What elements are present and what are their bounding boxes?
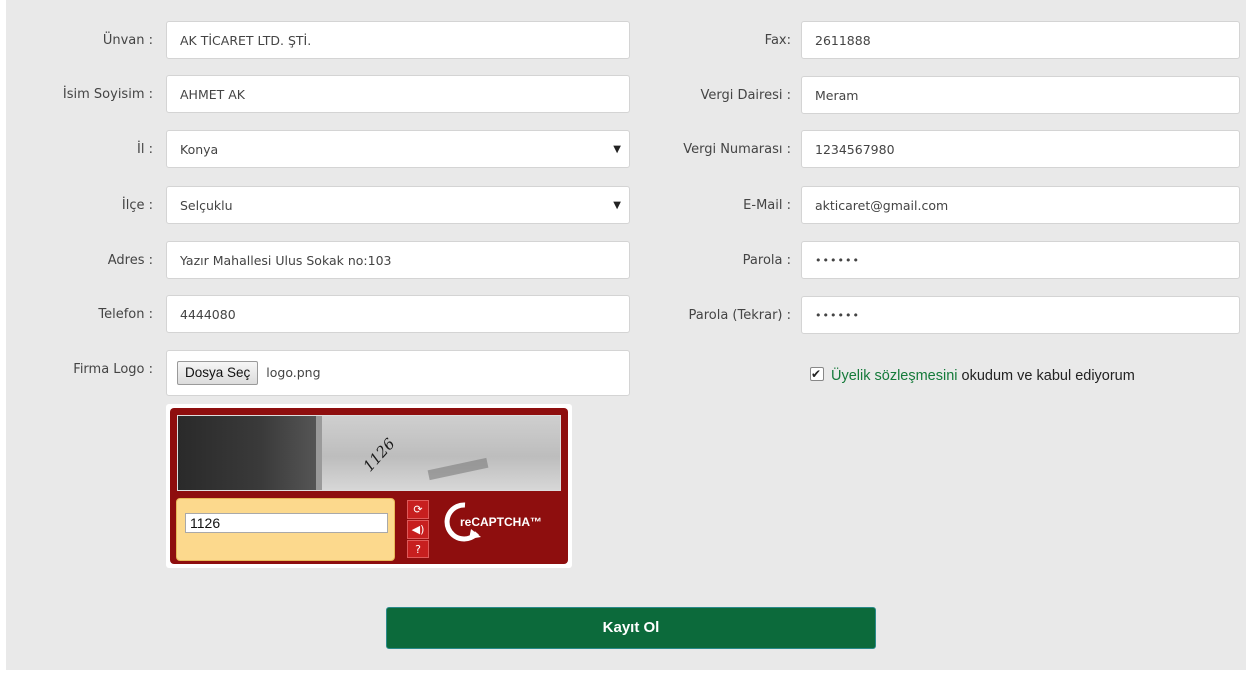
- audio-icon[interactable]: ◀): [407, 520, 429, 539]
- vergi-dairesi-input[interactable]: Meram: [801, 76, 1240, 114]
- fax-input[interactable]: 2611888: [801, 21, 1240, 59]
- adres-label: Adres :: [107, 253, 153, 268]
- agreement-link[interactable]: Üyelik sözleşmesini: [831, 368, 958, 384]
- vergi-dairesi-label: Vergi Dairesi :: [700, 88, 791, 103]
- captcha-response-input[interactable]: 1126: [185, 513, 388, 533]
- email-label: E-Mail :: [743, 198, 791, 213]
- adres-input[interactable]: Yazır Mahallesi Ulus Sokak no:103: [166, 241, 630, 279]
- agreement-text: okudum ve kabul ediyorum: [957, 368, 1135, 384]
- firma-logo-label: Firma Logo :: [73, 362, 153, 377]
- unvan-label: Ünvan :: [102, 33, 153, 48]
- parola-label: Parola :: [742, 253, 791, 268]
- il-select-value: Konya: [180, 142, 219, 157]
- choose-file-button[interactable]: Dosya Seç: [177, 361, 259, 385]
- isim-soyisim-input[interactable]: AHMET AK: [166, 75, 630, 113]
- isim-soyisim-label: İsim Soyisim :: [62, 87, 153, 102]
- vergi-numarasi-label: Vergi Numarası :: [683, 142, 791, 157]
- fax-label: Fax:: [764, 33, 791, 48]
- recaptcha-widget: 1126 1126 ⟳ ◀) ? reCAPTCHA™: [166, 404, 572, 568]
- firma-logo-file-input: Dosya Seç logo.png: [166, 350, 630, 396]
- help-icon[interactable]: ?: [407, 540, 429, 558]
- il-select[interactable]: Konya ▼: [166, 130, 630, 168]
- parola-input[interactable]: ••••••: [801, 241, 1240, 279]
- ilce-label: İlçe :: [121, 198, 153, 213]
- parola-tekrar-label: Parola (Tekrar) :: [688, 308, 791, 323]
- recaptcha-brand-text: reCAPTCHA™: [460, 515, 543, 529]
- agreement-row: Üyelik sözleşmesini okudum ve kabul ediy…: [810, 362, 1135, 388]
- telefon-label: Telefon :: [98, 307, 153, 322]
- email-input[interactable]: akticaret@gmail.com: [801, 186, 1240, 224]
- il-label: İl :: [137, 142, 153, 157]
- captcha-response-area: 1126: [176, 498, 395, 561]
- telefon-input[interactable]: 4444080: [166, 295, 630, 333]
- captcha-image: 1126: [177, 415, 561, 491]
- caret-down-icon: ▼: [613, 144, 621, 155]
- ilce-select[interactable]: Selçuklu ▼: [166, 186, 630, 224]
- agreement-checkbox[interactable]: [810, 362, 824, 386]
- ilce-select-value: Selçuklu: [180, 198, 233, 213]
- refresh-icon[interactable]: ⟳: [407, 500, 429, 519]
- caret-down-icon: ▼: [613, 200, 621, 211]
- unvan-input[interactable]: AK TİCARET LTD. ŞTİ.: [166, 21, 630, 59]
- vergi-numarasi-input[interactable]: 1234567980: [801, 130, 1240, 168]
- recaptcha-frame: 1126 1126 ⟳ ◀) ? reCAPTCHA™: [170, 408, 568, 564]
- selected-file-name: logo.png: [266, 365, 321, 380]
- register-submit-button[interactable]: Kayıt Ol: [386, 607, 876, 649]
- parola-tekrar-input[interactable]: ••••••: [801, 296, 1240, 334]
